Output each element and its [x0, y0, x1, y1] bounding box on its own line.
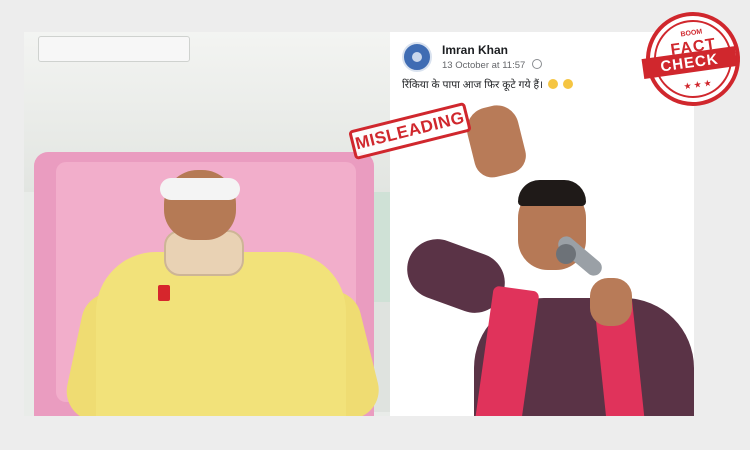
laughing-emoji-icon: [562, 79, 573, 89]
patient-kurta: [96, 252, 346, 416]
facebook-post: Imran Khan 13 October at 11:57 रिंकिया क…: [394, 32, 694, 416]
post-photo[interactable]: [394, 98, 694, 416]
globe-icon: [531, 59, 542, 69]
laughing-emoji-icon: [547, 79, 558, 89]
post-timestamp[interactable]: 13 October at 11:57: [442, 60, 525, 71]
raised-hand: [462, 100, 530, 182]
speaker-hair: [518, 180, 586, 206]
post-text: रिंकिया के पापा आज फिर कूटे गये हैं।: [402, 78, 573, 92]
post-author[interactable]: Imran Khan: [442, 43, 508, 57]
post-time-row: 13 October at 11:57: [442, 59, 542, 71]
head-bandage: [160, 178, 240, 200]
red-tag: [158, 285, 170, 301]
hospital-photo: [24, 32, 390, 416]
seal-stars: ★★★: [682, 77, 715, 92]
microphone-head: [556, 244, 576, 264]
air-conditioner: [38, 36, 190, 62]
profile-avatar-icon[interactable]: [402, 42, 432, 72]
post-text-content: रिंकिया के पापा आज फिर कूटे गये हैं।: [402, 79, 544, 91]
speaker-hand: [590, 278, 632, 326]
post-header: Imran Khan 13 October at 11:57: [402, 40, 662, 74]
